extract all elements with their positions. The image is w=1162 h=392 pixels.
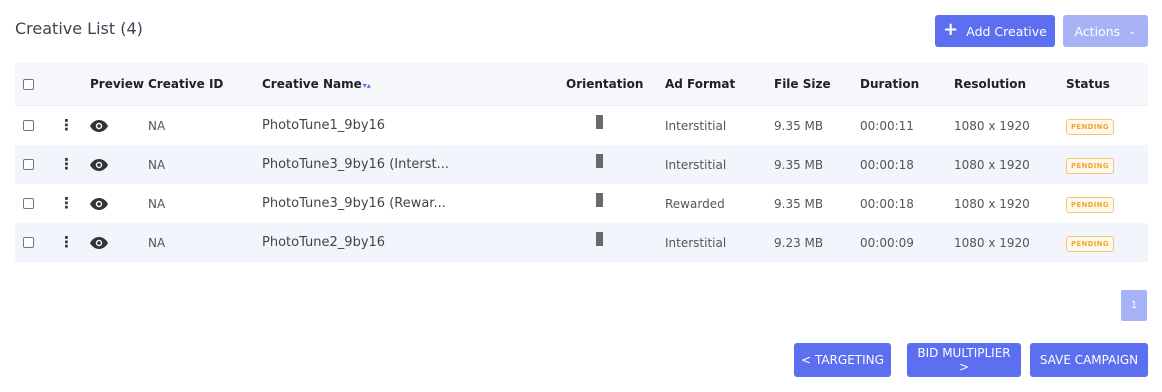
- creative-name: PhotoTune2_9by16: [262, 235, 386, 250]
- row-checkbox[interactable]: [23, 159, 34, 170]
- creative-id: NA: [148, 235, 166, 250]
- ad-format: Interstitial: [665, 118, 727, 133]
- file-size: 9.35 MB: [774, 118, 824, 133]
- column-header-creative-id: Creative ID: [148, 77, 224, 91]
- preview-eye-icon[interactable]: [90, 197, 108, 210]
- creative-name: PhotoTune3_9by16 (Interst...: [262, 157, 450, 172]
- resolution: 1080 x 1920: [954, 157, 1030, 172]
- file-size: 9.35 MB: [774, 196, 824, 211]
- page-title: Creative List (4): [15, 19, 143, 38]
- save-campaign-button[interactable]: SAVE CAMPAIGN: [1030, 343, 1148, 377]
- chevron-down-icon: ⌄: [1128, 25, 1137, 37]
- add-creative-button[interactable]: + Add Creative: [935, 15, 1055, 47]
- portrait-orientation-icon: [596, 153, 603, 168]
- targeting-button[interactable]: < TARGETING: [794, 343, 891, 377]
- file-size: 9.35 MB: [774, 157, 824, 172]
- duration: 00:00:18: [860, 157, 914, 172]
- column-header-orientation: Orientation: [566, 77, 644, 91]
- actions-button[interactable]: Actions ⌄: [1063, 15, 1148, 47]
- duration: 00:00:11: [860, 118, 914, 133]
- status-badge: PENDING: [1066, 157, 1114, 174]
- creative-id: NA: [148, 157, 166, 172]
- column-header-file-size: File Size: [774, 77, 831, 91]
- creative-name: PhotoTune1_9by16: [262, 118, 386, 133]
- status-badge: PENDING: [1066, 118, 1114, 135]
- column-header-creative-name[interactable]: Creative Name▾▴: [262, 77, 371, 91]
- duration: 00:00:18: [860, 196, 914, 211]
- creative-id: NA: [148, 118, 166, 133]
- column-header-ad-format: Ad Format: [665, 77, 736, 91]
- table-row: ⋮ NA PhotoTune2_9by16 Interstitial 9.23 …: [15, 223, 1148, 262]
- preview-eye-icon[interactable]: [90, 236, 108, 249]
- kebab-menu-icon[interactable]: ⋮: [59, 118, 74, 133]
- ad-format: Interstitial: [665, 235, 727, 250]
- table-row: ⋮ NA PhotoTune1_9by16 Interstitial 9.35 …: [15, 106, 1148, 145]
- duration: 00:00:09: [860, 235, 914, 250]
- table-row: ⋮ NA PhotoTune3_9by16 (Rewar... Rewarded…: [15, 184, 1148, 223]
- column-header-resolution: Resolution: [954, 77, 1027, 91]
- table-row: ⋮ NA PhotoTune3_9by16 (Interst... Inters…: [15, 145, 1148, 184]
- kebab-menu-icon[interactable]: ⋮: [59, 235, 74, 250]
- creative-name: PhotoTune3_9by16 (Rewar...: [262, 196, 446, 211]
- bid-multiplier-button[interactable]: BID MULTIPLIER >: [907, 343, 1021, 377]
- add-creative-label: Add Creative: [966, 23, 1047, 39]
- ad-format: Interstitial: [665, 157, 727, 172]
- ad-format: Rewarded: [665, 196, 725, 211]
- status-badge: PENDING: [1066, 196, 1114, 213]
- portrait-orientation-icon: [596, 231, 603, 246]
- resolution: 1080 x 1920: [954, 235, 1030, 250]
- sort-icon[interactable]: ▾▴: [363, 81, 371, 90]
- row-checkbox[interactable]: [23, 198, 34, 209]
- pagination-page-button[interactable]: 1: [1121, 290, 1147, 321]
- portrait-orientation-icon: [596, 192, 603, 207]
- table-header: Preview Creative ID Creative Name▾▴ Orie…: [15, 63, 1148, 106]
- kebab-menu-icon[interactable]: ⋮: [59, 196, 74, 211]
- creative-id: NA: [148, 196, 166, 211]
- resolution: 1080 x 1920: [954, 118, 1030, 133]
- column-header-status: Status: [1066, 77, 1110, 91]
- creative-name-header-label: Creative Name: [262, 77, 362, 91]
- plus-icon: +: [943, 19, 959, 40]
- kebab-menu-icon[interactable]: ⋮: [59, 157, 74, 172]
- portrait-orientation-icon: [596, 114, 603, 129]
- resolution: 1080 x 1920: [954, 196, 1030, 211]
- file-size: 9.23 MB: [774, 235, 824, 250]
- status-badge: PENDING: [1066, 235, 1114, 252]
- column-header-preview: Preview: [90, 77, 145, 91]
- column-header-duration: Duration: [860, 77, 920, 91]
- preview-eye-icon[interactable]: [90, 158, 108, 171]
- actions-label: Actions: [1074, 23, 1121, 39]
- select-all-checkbox[interactable]: [23, 78, 34, 90]
- creative-table: Preview Creative ID Creative Name▾▴ Orie…: [15, 63, 1148, 262]
- preview-eye-icon[interactable]: [90, 119, 108, 132]
- row-checkbox[interactable]: [23, 120, 34, 131]
- row-checkbox[interactable]: [23, 237, 34, 248]
